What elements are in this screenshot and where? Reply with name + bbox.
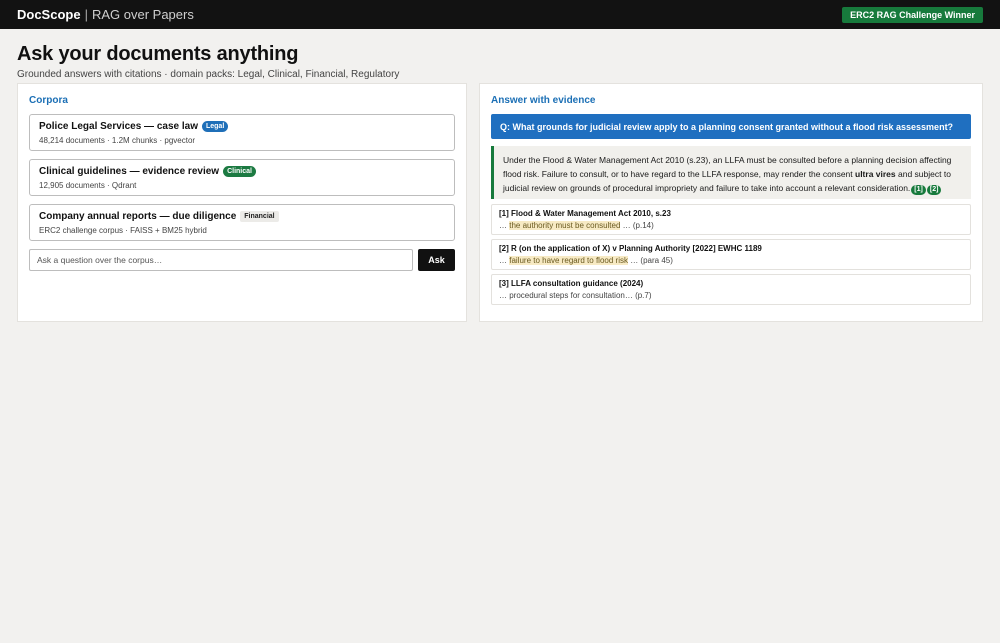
excerpt-highlight: failure to have regard to flood risk: [509, 256, 628, 265]
citation-2[interactable]: [2]: [926, 185, 942, 195]
source-title: [3] LLFA consultation guidance (2024): [499, 279, 644, 288]
corpus-name: Clinical guidelines — evidence review: [39, 166, 220, 177]
panels: Corpora Police Legal Services — case law…: [17, 83, 983, 322]
corpus-meta: 48,214 documents · 1.2M chunks · pgvecto…: [39, 136, 196, 145]
winner-badge: ERC2 RAG Challenge Winner: [842, 6, 983, 23]
source-title: [2] R (on the application of X) v Planni…: [499, 244, 762, 253]
citation-1[interactable]: [1]: [911, 185, 926, 195]
brand-separator: |: [84, 7, 88, 22]
corpora-panel: Corpora Police Legal Services — case law…: [17, 83, 467, 322]
excerpt-prefix: …: [499, 256, 510, 265]
corpus-card-header: Company annual reports — due diligence F…: [39, 211, 445, 222]
corpus-meta: 12,905 documents · Qdrant: [39, 181, 137, 190]
corpora-title: Corpora: [29, 95, 68, 106]
answer-panel: Answer with evidence Q: What grounds for…: [479, 83, 983, 322]
ask-button[interactable]: Ask: [418, 249, 455, 271]
source-3[interactable]: [3] LLFA consultation guidance (2024) … …: [491, 274, 971, 305]
excerpt-highlight: the authority must be consulted: [509, 221, 621, 230]
corpus-name: Company annual reports — due diligence: [39, 211, 237, 222]
top-bar: DocScope | RAG over Papers ERC2 RAG Chal…: [0, 0, 1000, 29]
brand-name: DocScope: [17, 7, 81, 22]
answer-title: Answer with evidence: [491, 95, 596, 106]
question-banner: Q: What grounds for judicial review appl…: [491, 114, 971, 139]
corpus-name: Police Legal Services — case law: [39, 121, 198, 132]
legal-tag: Legal: [201, 121, 229, 132]
clinical-tag: Clinical: [223, 166, 256, 177]
financial-tag: Financial: [240, 211, 279, 222]
excerpt-suffix: … (p.14): [620, 221, 654, 230]
excerpt-prefix: …: [499, 221, 510, 230]
answer-emphasis: ultra vires: [855, 169, 896, 179]
source-2[interactable]: [2] R (on the application of X) v Planni…: [491, 239, 971, 270]
corpus-meta: ERC2 challenge corpus · FAISS + BM25 hyb…: [39, 226, 207, 235]
brand-subtitle: RAG over Papers: [91, 7, 194, 22]
corpus-card-financial[interactable]: Company annual reports — due diligence F…: [29, 204, 455, 241]
corpus-card-clinical[interactable]: Clinical guidelines — evidence review Cl…: [29, 159, 455, 196]
source-title: [1] Flood & Water Management Act 2010, s…: [499, 209, 671, 218]
source-1[interactable]: [1] Flood & Water Management Act 2010, s…: [491, 204, 971, 235]
answer-text: Under the Flood & Water Management Act 2…: [491, 146, 971, 199]
hero: Ask your documents anything Grounded ans…: [0, 29, 1000, 80]
source-excerpt: … procedural steps for consultation… (p.…: [499, 291, 963, 300]
page-subtitle: Grounded answers with citations · domain…: [17, 69, 400, 80]
source-excerpt: … the authority must be consulted … (p.1…: [499, 221, 963, 230]
page-title: Ask your documents anything: [17, 43, 299, 65]
corpus-card-header: Police Legal Services — case law Legal: [39, 121, 445, 132]
corpus-card-legal[interactable]: Police Legal Services — case law Legal 4…: [29, 114, 455, 151]
question-input[interactable]: [29, 249, 413, 271]
excerpt-prefix: … procedural steps for consultation… (p.…: [499, 291, 652, 300]
brand[interactable]: DocScope | RAG over Papers: [17, 7, 194, 22]
corpus-card-header: Clinical guidelines — evidence review Cl…: [39, 166, 445, 177]
ask-row: Ask: [29, 249, 455, 271]
source-excerpt: … failure to have regard to flood risk ……: [499, 256, 963, 265]
excerpt-suffix: … (para 45): [627, 256, 673, 265]
